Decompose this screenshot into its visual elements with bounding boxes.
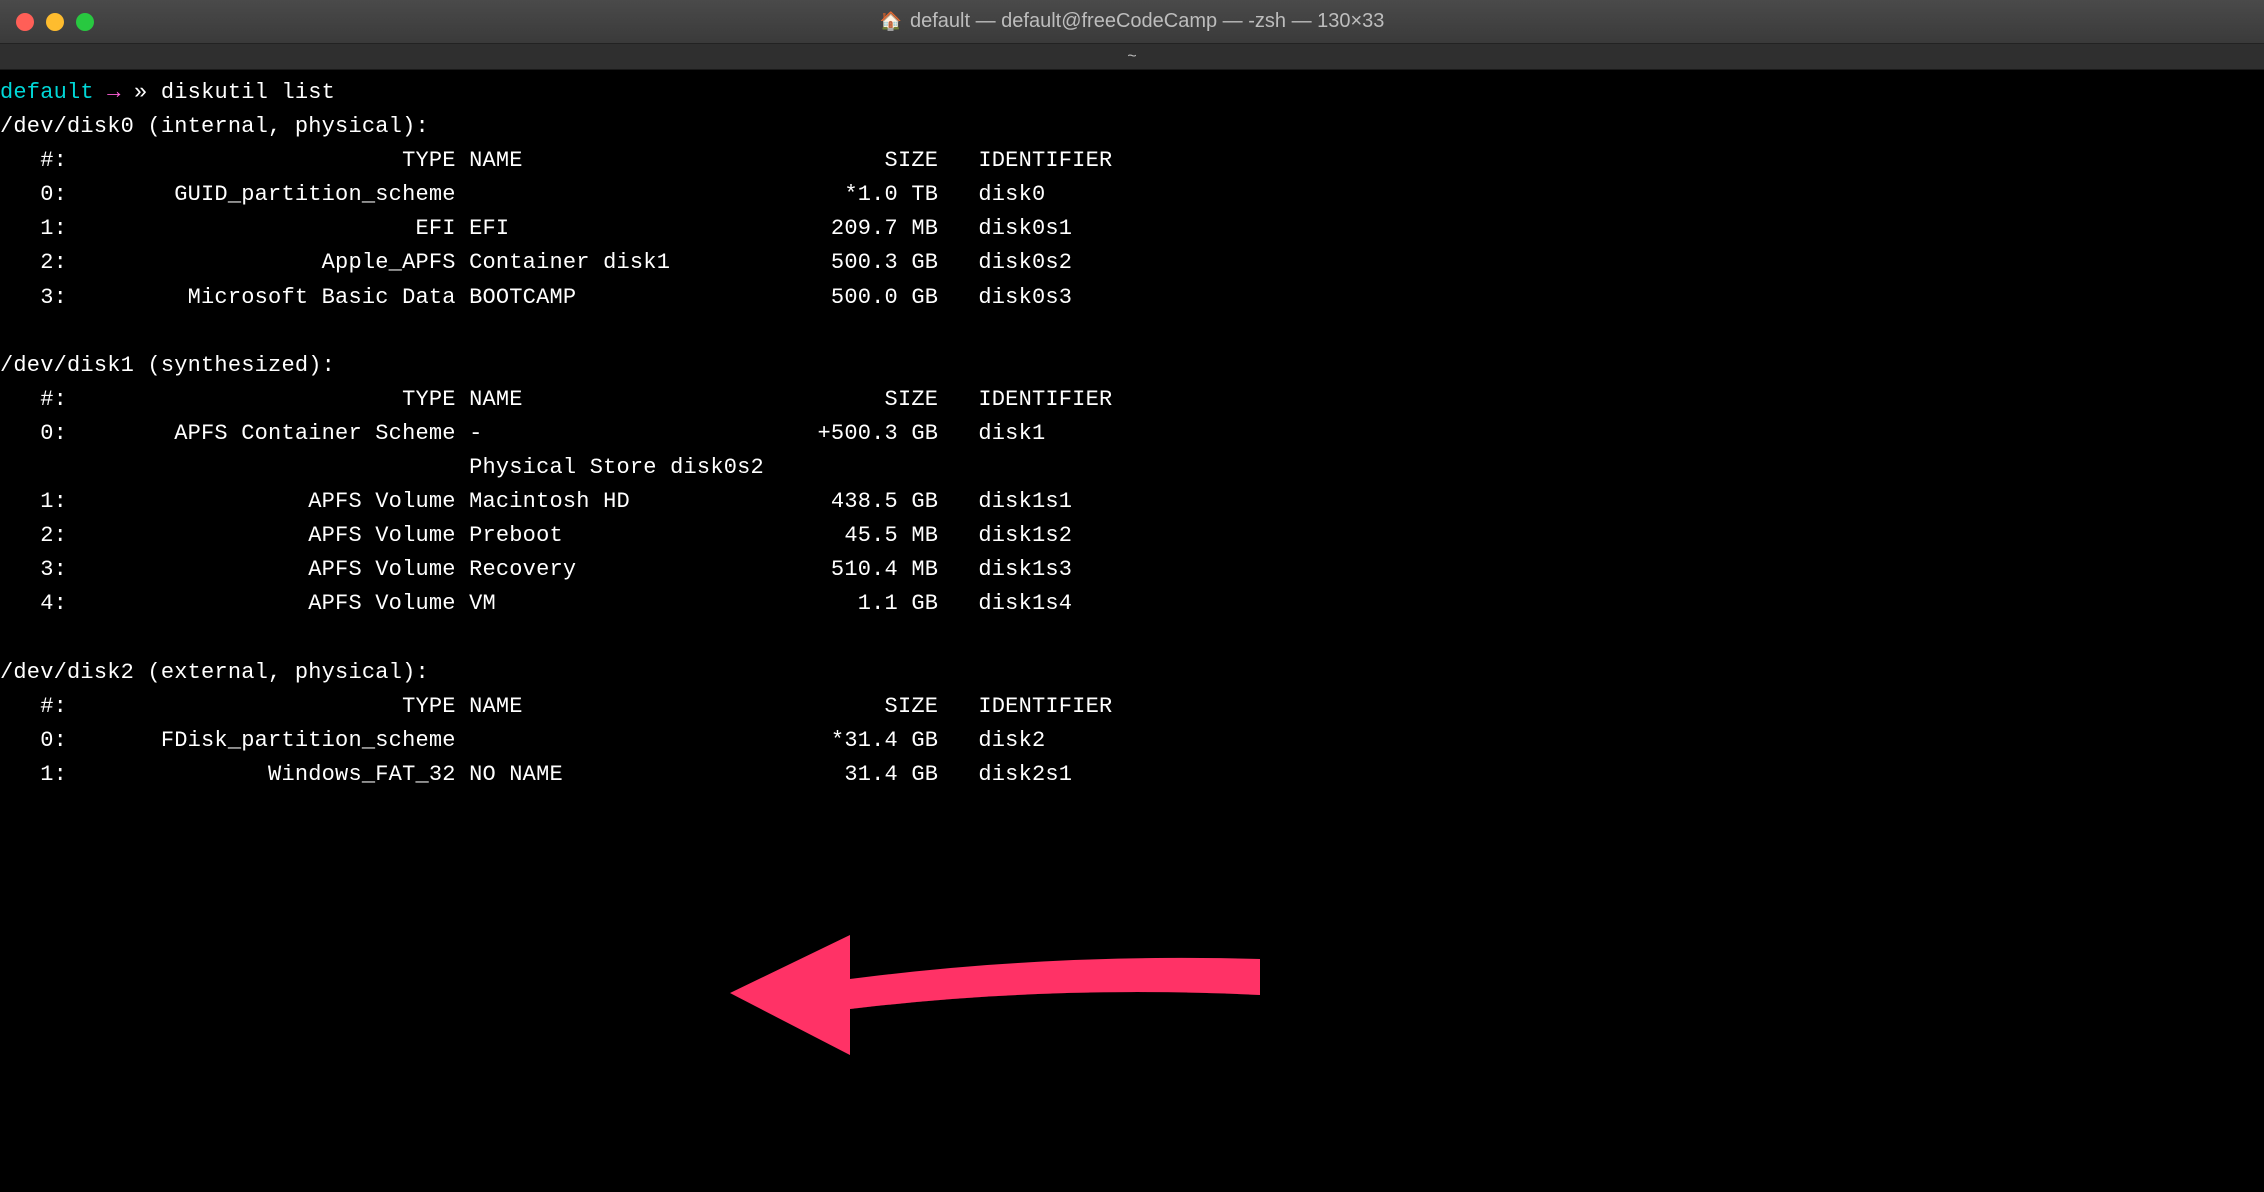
window-controls — [0, 13, 94, 31]
table-row: Physical Store disk0s2 — [0, 455, 978, 480]
disk0-device: /dev/disk0 (internal, physical): — [0, 114, 429, 139]
window-title: 🏠 default — default@freeCodeCamp — -zsh … — [880, 10, 1385, 33]
disk2-columns-header: #: TYPE NAME SIZE IDENTIFIER — [0, 694, 1112, 719]
prompt-chevron-icon: » — [134, 80, 147, 105]
terminal-output[interactable]: default → » diskutil list /dev/disk0 (in… — [0, 70, 2264, 792]
table-row: 0: GUID_partition_scheme *1.0 TB disk0 — [0, 182, 1045, 207]
table-row: 4: APFS Volume VM 1.1 GB disk1s4 — [0, 591, 1072, 616]
disk1-device: /dev/disk1 (synthesized): — [0, 353, 335, 378]
table-row: 0: APFS Container Scheme - +500.3 GB dis… — [0, 421, 1045, 446]
prompt-user: default — [0, 80, 94, 105]
table-row: 2: Apple_APFS Container disk1 500.3 GB d… — [0, 250, 1072, 275]
arrow-annotation-icon — [700, 895, 1300, 1075]
disk1-columns-header: #: TYPE NAME SIZE IDENTIFIER — [0, 387, 1112, 412]
home-icon: 🏠 — [880, 11, 902, 32]
prompt-arrow-icon: → — [107, 80, 120, 105]
window-titlebar: 🏠 default — default@freeCodeCamp — -zsh … — [0, 0, 2264, 44]
tab-bar: ~ — [0, 44, 2264, 70]
table-row: 3: Microsoft Basic Data BOOTCAMP 500.0 G… — [0, 285, 1072, 310]
zoom-window-button[interactable] — [76, 13, 94, 31]
table-row: 1: EFI EFI 209.7 MB disk0s1 — [0, 216, 1072, 241]
disk2-device: /dev/disk2 (external, physical): — [0, 660, 429, 685]
disk0-columns-header: #: TYPE NAME SIZE IDENTIFIER — [0, 148, 1112, 173]
table-row: 0: FDisk_partition_scheme *31.4 GB disk2 — [0, 728, 1045, 753]
command-text: diskutil list — [161, 80, 335, 105]
table-row: 3: APFS Volume Recovery 510.4 MB disk1s3 — [0, 557, 1072, 582]
table-row: 1: Windows_FAT_32 NO NAME 31.4 GB disk2s… — [0, 762, 1072, 787]
close-window-button[interactable] — [16, 13, 34, 31]
tab-label[interactable]: ~ — [1127, 48, 1136, 66]
table-row: 1: APFS Volume Macintosh HD 438.5 GB dis… — [0, 489, 1072, 514]
minimize-window-button[interactable] — [46, 13, 64, 31]
window-title-text: default — default@freeCodeCamp — -zsh — … — [910, 10, 1384, 33]
table-row: 2: APFS Volume Preboot 45.5 MB disk1s2 — [0, 523, 1072, 548]
